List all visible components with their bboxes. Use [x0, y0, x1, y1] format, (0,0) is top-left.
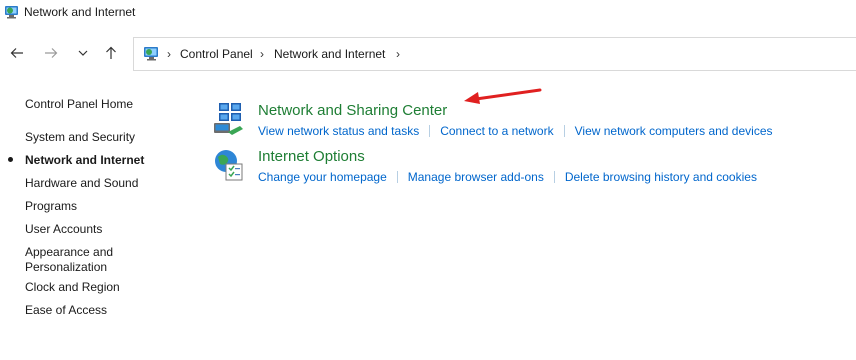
network-internet-icon — [5, 6, 18, 19]
sidebar-item-user-accounts[interactable]: User Accounts — [25, 222, 155, 237]
forward-button[interactable] — [40, 42, 62, 64]
recent-locations-button[interactable] — [72, 42, 94, 64]
connect-to-network-link[interactable]: Connect to a network — [440, 124, 553, 138]
sidebar-item-system-and-security[interactable]: System and Security — [25, 130, 155, 145]
link-divider — [563, 125, 565, 137]
up-arrow-icon — [106, 46, 116, 59]
change-homepage-link[interactable]: Change your homepage — [258, 170, 387, 184]
internet-options-icon[interactable] — [212, 148, 246, 182]
internet-options-link[interactable]: Internet Options — [258, 148, 365, 165]
sidebar-item-network-and-internet[interactable]: Network and Internet — [25, 153, 155, 168]
sidebar-item-hardware-and-sound[interactable]: Hardware and Sound — [25, 176, 155, 191]
internet-options-tasks: Change your homepage Manage browser add-… — [258, 170, 757, 184]
link-divider — [553, 171, 555, 183]
sidebar-item-ease-of-access[interactable]: Ease of Access — [25, 303, 155, 318]
sidebar-item-clock-and-region[interactable]: Clock and Region — [25, 280, 155, 295]
control-panel-icon — [144, 47, 158, 61]
chevron-right-icon[interactable]: › — [167, 47, 171, 61]
address-bar[interactable]: › Control Panel › Network and Internet › — [133, 37, 856, 71]
chevron-down-icon — [78, 50, 88, 56]
network-and-sharing-center-tasks: View network status and tasks Connect to… — [258, 124, 773, 138]
forward-arrow-icon — [45, 48, 58, 58]
network-sharing-icon[interactable] — [212, 102, 246, 136]
view-network-computers-link[interactable]: View network computers and devices — [575, 124, 773, 138]
breadcrumb-control-panel[interactable]: Control Panel — [180, 47, 253, 61]
sidebar-item-appearance-and-personalization[interactable]: Appearance and Personalization — [25, 245, 155, 275]
title-bar: Network and Internet — [0, 0, 856, 26]
manage-browser-addons-link[interactable]: Manage browser add-ons — [408, 170, 544, 184]
link-divider — [429, 125, 431, 137]
window-title: Network and Internet — [24, 5, 136, 19]
annotation-arrow-icon — [464, 88, 542, 104]
network-and-sharing-center-link[interactable]: Network and Sharing Center — [258, 102, 447, 119]
back-button[interactable] — [6, 42, 28, 64]
sidebar-item-control-panel-home[interactable]: Control Panel Home — [25, 97, 133, 111]
link-divider — [396, 171, 398, 183]
back-arrow-icon — [10, 48, 23, 58]
view-network-status-link[interactable]: View network status and tasks — [258, 124, 419, 138]
breadcrumb-network-and-internet[interactable]: Network and Internet — [274, 47, 385, 61]
sidebar-item-programs[interactable]: Programs — [25, 199, 155, 214]
up-button[interactable] — [100, 42, 122, 64]
delete-browsing-history-link[interactable]: Delete browsing history and cookies — [565, 170, 757, 184]
active-indicator — [8, 157, 13, 162]
chevron-right-icon[interactable]: › — [260, 47, 264, 61]
chevron-right-icon[interactable]: › — [396, 47, 400, 61]
